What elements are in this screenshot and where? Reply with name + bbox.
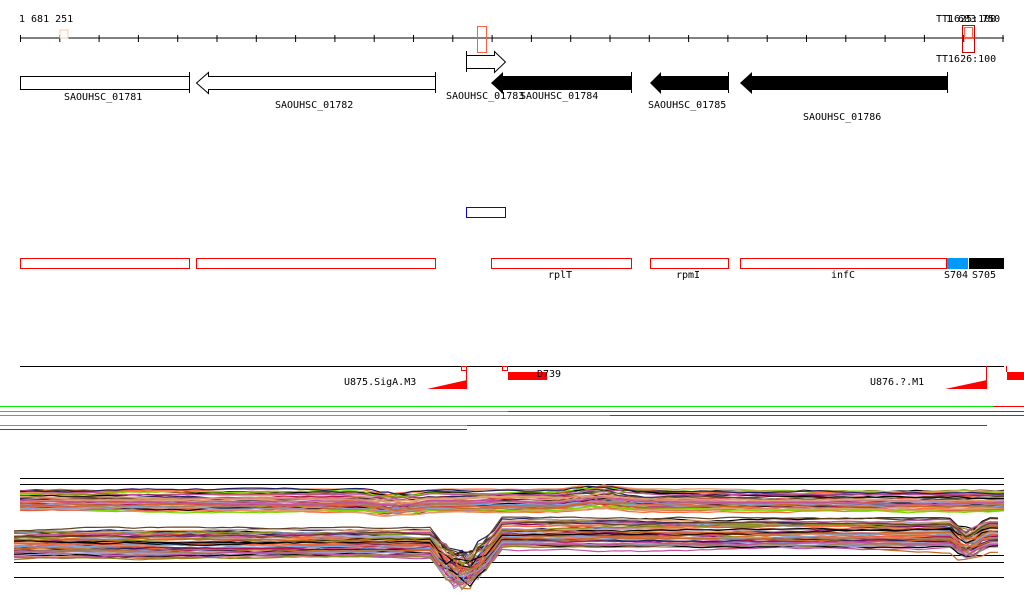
gene-SAOUHSC_01781[interactable] <box>20 72 190 93</box>
gene-SAOUHSC_01782[interactable] <box>195 71 436 95</box>
gene-label: SAOUHSC_01783 <box>446 91 525 102</box>
terminator-tt1625-box[interactable] <box>964 27 973 39</box>
gene-label: SAOUHSC_01782 <box>275 100 354 111</box>
expression-status-lines <box>0 406 1024 430</box>
promoter-next[interactable] <box>1006 366 1024 380</box>
feature-label-rpmI: rpmI <box>676 270 701 281</box>
feature-box-rplT[interactable] <box>491 258 632 269</box>
promoter-label: U876.?.M1 <box>870 377 925 388</box>
feature-label-rplT: rplT <box>548 270 573 281</box>
gene-label: SAOUHSC_01786 <box>803 112 882 123</box>
feature-box-1[interactable] <box>20 258 190 269</box>
feature-box-infC[interactable] <box>740 258 947 269</box>
feature-box-S704[interactable] <box>947 258 968 269</box>
gene-SAOUHSC_01786[interactable] <box>740 72 948 94</box>
feature-box-S705[interactable] <box>969 258 1004 269</box>
gene-label: SAOUHSC_01785 <box>648 100 727 111</box>
feature-label-infC: infC <box>831 270 856 281</box>
promoter-U876[interactable] <box>945 366 987 389</box>
gene-label: SAOUHSC_01784 <box>520 91 599 102</box>
gene-SAOUHSC_01785[interactable] <box>650 72 729 94</box>
feature-box-2[interactable] <box>196 258 436 269</box>
promoter-label: D739 <box>537 369 562 380</box>
promoter-label: U875.SigA.M3 <box>344 377 417 388</box>
gene-label: SAOUHSC_01781 <box>64 92 143 103</box>
promoter-U875[interactable] <box>427 366 467 389</box>
gene-SAOUHSC_01783[interactable] <box>466 50 507 74</box>
feature-label-S704: S704 <box>944 270 969 281</box>
marker-box[interactable] <box>59 29 69 39</box>
expression-traces <box>13 478 1005 591</box>
terminator-tt-box[interactable] <box>477 26 487 53</box>
blue-feature-box[interactable] <box>466 207 506 218</box>
ruler <box>20 35 1004 42</box>
feature-box-rpmI[interactable] <box>650 258 729 269</box>
feature-label-S705: S705 <box>972 270 997 281</box>
